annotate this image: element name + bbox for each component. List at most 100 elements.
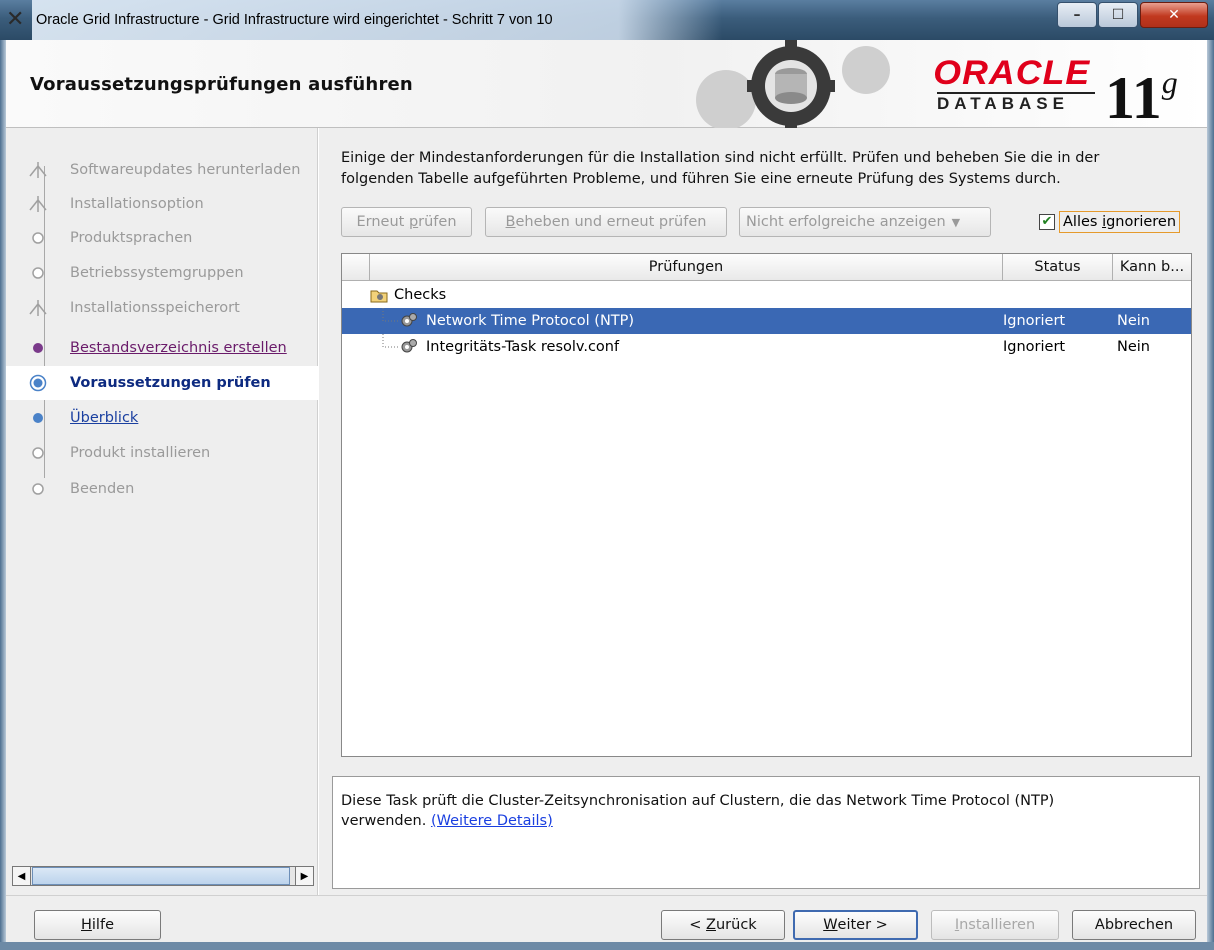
back-label-pre: < xyxy=(689,917,707,933)
help-button[interactable]: Hilfe xyxy=(34,910,161,940)
step-label: Voraussetzungen prüfen xyxy=(70,375,271,391)
step-done-icon xyxy=(29,300,47,316)
back-mnemonic: Z xyxy=(706,917,716,933)
app-x-icon[interactable]: ✕ xyxy=(6,8,28,32)
help-label: ilfe xyxy=(91,917,114,933)
group-label: Checks xyxy=(394,287,447,303)
recheck-mnemonic: p xyxy=(408,214,419,230)
step-installationsspeicherort: Installationsspeicherort xyxy=(6,291,318,325)
instructions-line-1: Einige der Mindestanforderungen für die … xyxy=(341,150,1100,166)
instructions-text: Einige der Mindestanforderungen für die … xyxy=(341,148,1199,190)
gear-icon xyxy=(400,334,418,360)
chevron-down-icon: ▼ xyxy=(951,215,961,229)
scrollbar-thumb[interactable] xyxy=(32,867,290,885)
scroll-left-arrow-icon[interactable]: ◀ xyxy=(13,867,31,885)
recheck-label-post: rüfen xyxy=(418,214,457,230)
tree-connector-icon xyxy=(382,308,398,322)
step-label: Installationsspeicherort xyxy=(70,300,240,316)
install-label: nstallieren xyxy=(959,917,1036,933)
fix-and-recheck-button[interactable]: Beheben und erneut prüfen xyxy=(485,207,727,237)
ignore-all-label[interactable]: Alles ignorieren xyxy=(1059,211,1181,233)
step-softwareupdates: Softwareupdates herunterladen xyxy=(6,153,318,187)
step-ueberblick[interactable]: Überblick xyxy=(6,401,318,435)
step-pending-icon xyxy=(32,483,44,495)
minimize-button[interactable]: – xyxy=(1057,2,1097,28)
step-next-icon xyxy=(33,413,43,423)
ignore-all-checkbox[interactable]: ✔ Alles ignorieren xyxy=(1035,208,1193,236)
step-beenden: Beenden xyxy=(6,472,318,506)
main-panel: Einige der Mindestanforderungen für die … xyxy=(319,128,1207,895)
step-produktsprachen: Produktsprachen xyxy=(6,221,318,255)
step-label: Betriebssystemgruppen xyxy=(70,265,244,281)
check-fixable: Nein xyxy=(1117,313,1150,329)
step-pending-icon xyxy=(32,267,44,279)
step-voraussetzungen: Voraussetzungen prüfen xyxy=(6,366,318,400)
window-frame-bottom xyxy=(0,942,1214,950)
cancel-button[interactable]: Abbrechen xyxy=(1072,910,1196,940)
check-fixable: Nein xyxy=(1117,339,1150,355)
logo-brand: ORACLE xyxy=(933,54,1091,92)
table-row[interactable]: Integritäts-Task resolv.conf Ignoriert N… xyxy=(342,334,1191,360)
header-spacer xyxy=(342,254,370,281)
fix-mnemonic: B xyxy=(505,214,516,230)
check-detail-panel: Diese Task prüft die Cluster-Zeitsynchro… xyxy=(332,776,1200,889)
step-done-icon xyxy=(29,196,47,212)
check-status: Ignoriert xyxy=(1003,339,1066,355)
check-name: Integritäts-Task resolv.conf xyxy=(426,339,620,355)
step-label: Softwareupdates herunterladen xyxy=(70,162,301,178)
folder-icon xyxy=(370,282,388,308)
logo-product: DATABASE xyxy=(937,94,1069,113)
gears-database-icon xyxy=(696,40,890,128)
logo-version-suffix: g xyxy=(1161,64,1178,100)
tree-group-checks[interactable]: Checks xyxy=(342,282,1191,308)
detail-line-2: verwenden. (Weitere Details) xyxy=(341,811,1191,831)
step-done-icon xyxy=(29,162,47,178)
detail-line-1: Diese Task prüft die Cluster-Zeitsynchro… xyxy=(341,793,1055,809)
wizard-footer: Hilfe < Zurück Weiter > Installieren Abb… xyxy=(6,895,1207,942)
help-mnemonic: H xyxy=(81,917,92,933)
back-label: urück xyxy=(715,917,757,933)
step-label: Beenden xyxy=(70,481,135,497)
recheck-button[interactable]: Erneut p rüfen xyxy=(341,207,472,237)
more-details-link[interactable]: (Weitere Details) xyxy=(431,813,553,829)
step-label[interactable]: Überblick xyxy=(70,410,138,426)
check-status: Ignoriert xyxy=(1003,313,1066,329)
step-label: Produkt installieren xyxy=(70,445,211,461)
title-bar: ✕ Oracle Grid Infrastructure - Grid Infr… xyxy=(0,0,1214,40)
table-header: Prüfungen Status Kann b... xyxy=(342,254,1191,281)
step-label: Produktsprachen xyxy=(70,230,193,246)
window-frame-right xyxy=(1207,40,1214,950)
step-navigator: Softwareupdates herunterladen Installati… xyxy=(6,128,318,895)
checkbox-check-icon[interactable]: ✔ xyxy=(1039,214,1055,230)
maximize-button[interactable]: ☐ xyxy=(1098,2,1138,28)
next-label: eiter > xyxy=(837,917,888,933)
tree-connector-icon xyxy=(382,334,398,348)
sidebar-horizontal-scrollbar[interactable]: ◀ ▶ xyxy=(12,866,314,886)
fix-label-post: eheben und erneut prüfen xyxy=(515,214,707,230)
column-header-checks[interactable]: Prüfungen xyxy=(370,254,1003,281)
logo-version: 11g xyxy=(1105,54,1178,130)
next-button[interactable]: Weiter > xyxy=(793,910,918,940)
oracle-database-11g-logo: ORACLE DATABASE 11g xyxy=(931,54,1201,130)
detail-text: verwenden. xyxy=(341,813,431,829)
step-produkt-installieren: Produkt installieren xyxy=(6,436,318,470)
table-row[interactable]: Network Time Protocol (NTP) Ignoriert Ne… xyxy=(342,308,1191,334)
back-button[interactable]: < Zurück xyxy=(661,910,785,940)
column-header-fixable[interactable]: Kann b... xyxy=(1113,254,1191,281)
step-pending-icon xyxy=(32,232,44,244)
step-label[interactable]: Bestandsverzeichnis erstellen xyxy=(70,340,287,356)
recheck-label-pre: Erneut xyxy=(356,214,409,230)
step-visited-icon xyxy=(33,343,43,353)
close-button[interactable]: ✕ xyxy=(1140,2,1208,28)
step-pending-icon xyxy=(32,447,44,459)
page-title: Voraussetzungsprüfungen ausführen xyxy=(30,74,413,95)
step-betriebssystemgruppen: Betriebssystemgruppen xyxy=(6,256,318,290)
instructions-line-2: folgenden Tabelle aufgeführten Probleme,… xyxy=(341,171,1061,187)
step-bestandsverzeichnis[interactable]: Bestandsverzeichnis erstellen xyxy=(6,331,318,365)
show-failed-filter-dropdown[interactable]: Nicht erfolgreiche anzeigen ▼ xyxy=(739,207,991,237)
logo-version-number: 11 xyxy=(1105,65,1162,131)
page-header: Voraussetzungsprüfungen ausführen ORACLE… xyxy=(6,40,1207,130)
column-header-status[interactable]: Status xyxy=(1003,254,1113,281)
scroll-right-arrow-icon[interactable]: ▶ xyxy=(295,867,313,885)
install-button[interactable]: Installieren xyxy=(931,910,1059,940)
